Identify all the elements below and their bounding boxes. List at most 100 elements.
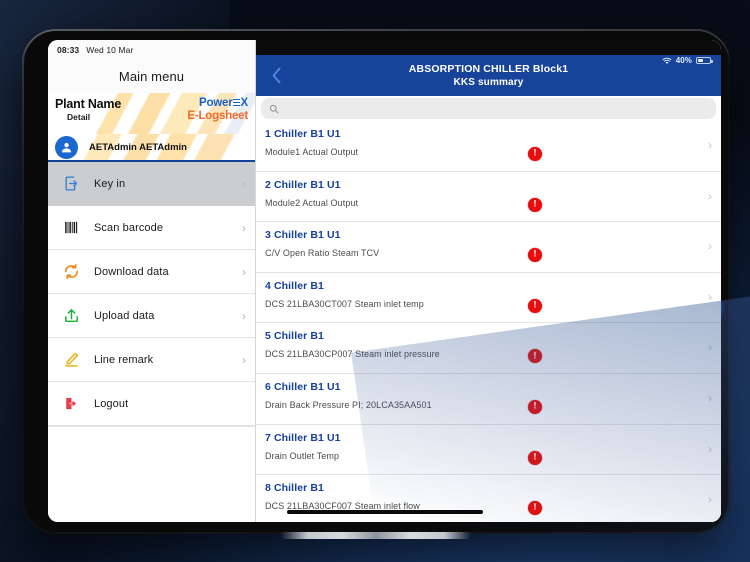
chevron-right-icon: ›	[242, 264, 246, 279]
chevron-right-icon: ›	[708, 492, 712, 507]
list-item-subtitle: Drain Outlet Temp	[265, 450, 340, 461]
barcode-icon	[48, 219, 94, 236]
sidebar-menu: Key in › Scan barcode › Download data › …	[48, 162, 255, 522]
brand-logo: Power X E-Logsheet	[187, 97, 248, 123]
main-panel: 40% ABSORPTION CHILLER Block1 KKS summar…	[256, 40, 721, 522]
tablet-device-frame: 08:33 Wed 10 Mar Main menu Plant Name De…	[22, 29, 730, 539]
sidebar-item-label: Upload data	[94, 309, 155, 322]
chevron-right-icon: ›	[708, 441, 712, 456]
list-item[interactable]: 6 Chiller B1 U1 Drain Back Pressure PI; …	[256, 373, 721, 425]
desktop-backdrop: 08:33 Wed 10 Mar Main menu Plant Name De…	[0, 0, 750, 562]
chevron-right-icon: ›	[708, 138, 712, 152]
list-item-title: 7 Chiller B1 U1	[265, 431, 341, 444]
connector-port	[281, 532, 471, 539]
logo-power-text: Power	[199, 97, 233, 109]
alert-badge-icon: !	[528, 248, 542, 263]
search-field[interactable]	[261, 98, 716, 119]
list-item[interactable]: 8 Chiller B1 DCS 21LBA30CF007 Steam inle…	[256, 475, 721, 522]
logo-powerex: Power X	[187, 97, 248, 110]
plant-info: Plant Name Detail	[55, 97, 121, 123]
sidebar-item-download-data[interactable]: Download data ›	[48, 250, 255, 294]
chevron-left-icon	[272, 67, 280, 84]
alert-badge-icon: !	[528, 147, 542, 161]
device-status-indicators: 40%	[662, 56, 713, 65]
chevron-right-icon: ›	[242, 176, 246, 191]
list-item[interactable]: 1 Chiller B1 U1 Module1 Actual Output ! …	[256, 121, 721, 172]
user-name: AETAdmin AETAdmin	[89, 141, 187, 153]
key-in-icon	[48, 175, 94, 192]
upload-icon	[48, 307, 94, 324]
alert-badge-icon: !	[528, 349, 542, 364]
list-item-title: 5 Chiller B1	[265, 330, 324, 343]
list-item[interactable]: 3 Chiller B1 U1 C/V Open Ratio Steam TCV…	[256, 222, 721, 273]
logo-x-text: X	[240, 97, 249, 109]
status-date: Wed 10 Mar	[86, 44, 134, 55]
list-item-title: 3 Chiller B1 U1	[265, 229, 341, 242]
tablet-bezel: 08:33 Wed 10 Mar Main menu Plant Name De…	[24, 31, 728, 539]
list-item-subtitle: DCS 21LBA30CP007 Steam inlet pressure	[265, 349, 440, 360]
back-button[interactable]	[265, 64, 287, 88]
home-indicator[interactable]	[286, 510, 483, 514]
chevron-right-icon: ›	[242, 308, 246, 323]
sidebar-item-logout[interactable]: Logout	[48, 382, 255, 426]
navigation-title: ABSORPTION CHILLER Block1 KKS summary	[409, 63, 569, 89]
list-item-title: 6 Chiller B1 U1	[265, 380, 341, 393]
list-item-subtitle: Module1 Actual Output	[265, 147, 359, 157]
user-row[interactable]: AETAdmin AETAdmin	[48, 134, 255, 160]
list-item[interactable]: 7 Chiller B1 U1 Drain Outlet Temp ! ›	[256, 424, 721, 476]
sidebar-item-line-remark[interactable]: Line remark ›	[48, 338, 255, 382]
logo-stylized-e-icon	[233, 98, 241, 107]
alert-badge-icon: !	[528, 501, 542, 516]
brand-header: Plant Name Detail Power X E-Logsheet	[48, 93, 255, 134]
chevron-right-icon: ›	[708, 188, 712, 203]
list-item-subtitle: C/V Open Ratio Steam TCV	[265, 248, 380, 259]
list-item-subtitle: Module2 Actual Output	[265, 197, 359, 208]
nav-title-line1: ABSORPTION CHILLER Block1	[408, 62, 569, 75]
list-item[interactable]: 2 Chiller B1 U1 Module2 Actual Output ! …	[256, 171, 721, 223]
plant-name: Plant Name	[55, 97, 122, 111]
list-item-subtitle: DCS 21LBA30CT007 Steam inlet temp	[265, 298, 424, 309]
chevron-right-icon: ›	[708, 390, 712, 405]
battery-icon	[696, 56, 713, 65]
avatar	[55, 135, 78, 159]
navigation-bar: 40% ABSORPTION CHILLER Block1 KKS summar…	[256, 55, 721, 96]
nav-title-line2: KKS summary	[453, 76, 524, 88]
logo-elogsheet: E-Logsheet	[187, 110, 248, 122]
pencil-icon	[48, 351, 94, 368]
chevron-right-icon: ›	[242, 352, 246, 367]
main-status-bar	[256, 40, 721, 55]
kks-summary-list[interactable]: 1 Chiller B1 U1 Module1 Actual Output ! …	[256, 121, 721, 522]
sidebar-item-label: Line remark	[94, 353, 154, 366]
chevron-right-icon: ›	[708, 340, 712, 355]
sidebar-item-label: Logout	[94, 397, 129, 410]
alert-badge-icon: !	[528, 399, 542, 414]
sidebar-item-label: Key in	[94, 177, 126, 190]
list-item-title: 1 Chiller B1 U1	[265, 128, 341, 140]
download-sync-icon	[48, 263, 94, 280]
list-item[interactable]: 4 Chiller B1 DCS 21LBA30CT007 Steam inle…	[256, 272, 721, 324]
search-bar	[256, 96, 721, 121]
page-title: Main menu	[48, 59, 255, 93]
sidebar-item-key-in[interactable]: Key in ›	[48, 162, 255, 206]
sidebar-filler	[48, 426, 255, 427]
sidebar-item-scan-barcode[interactable]: Scan barcode ›	[48, 206, 255, 250]
wifi-icon	[662, 57, 672, 64]
sidebar-item-upload-data[interactable]: Upload data ›	[48, 294, 255, 338]
plant-detail: Detail	[67, 112, 91, 122]
person-icon	[61, 142, 72, 152]
list-item-title: 8 Chiller B1	[265, 482, 324, 495]
chevron-right-icon: ›	[708, 289, 712, 304]
list-item[interactable]: 5 Chiller B1 DCS 21LBA30CP007 Steam inle…	[256, 323, 721, 374]
chevron-right-icon: ›	[708, 239, 712, 254]
alert-badge-icon: !	[528, 298, 542, 313]
list-item-title: 4 Chiller B1	[265, 279, 324, 292]
list-item-subtitle: Drain Back Pressure PI; 20LCA35AA501	[265, 399, 432, 410]
alert-badge-icon: !	[528, 450, 542, 465]
sidebar: 08:33 Wed 10 Mar Main menu Plant Name De…	[48, 40, 256, 522]
chevron-right-icon: ›	[242, 220, 246, 235]
sidebar-status-bar: 08:33 Wed 10 Mar	[48, 40, 255, 59]
tablet-screen: 08:33 Wed 10 Mar Main menu Plant Name De…	[48, 40, 721, 522]
status-time: 08:33	[57, 44, 80, 55]
alert-badge-icon: !	[528, 197, 542, 212]
search-input[interactable]	[284, 103, 708, 114]
